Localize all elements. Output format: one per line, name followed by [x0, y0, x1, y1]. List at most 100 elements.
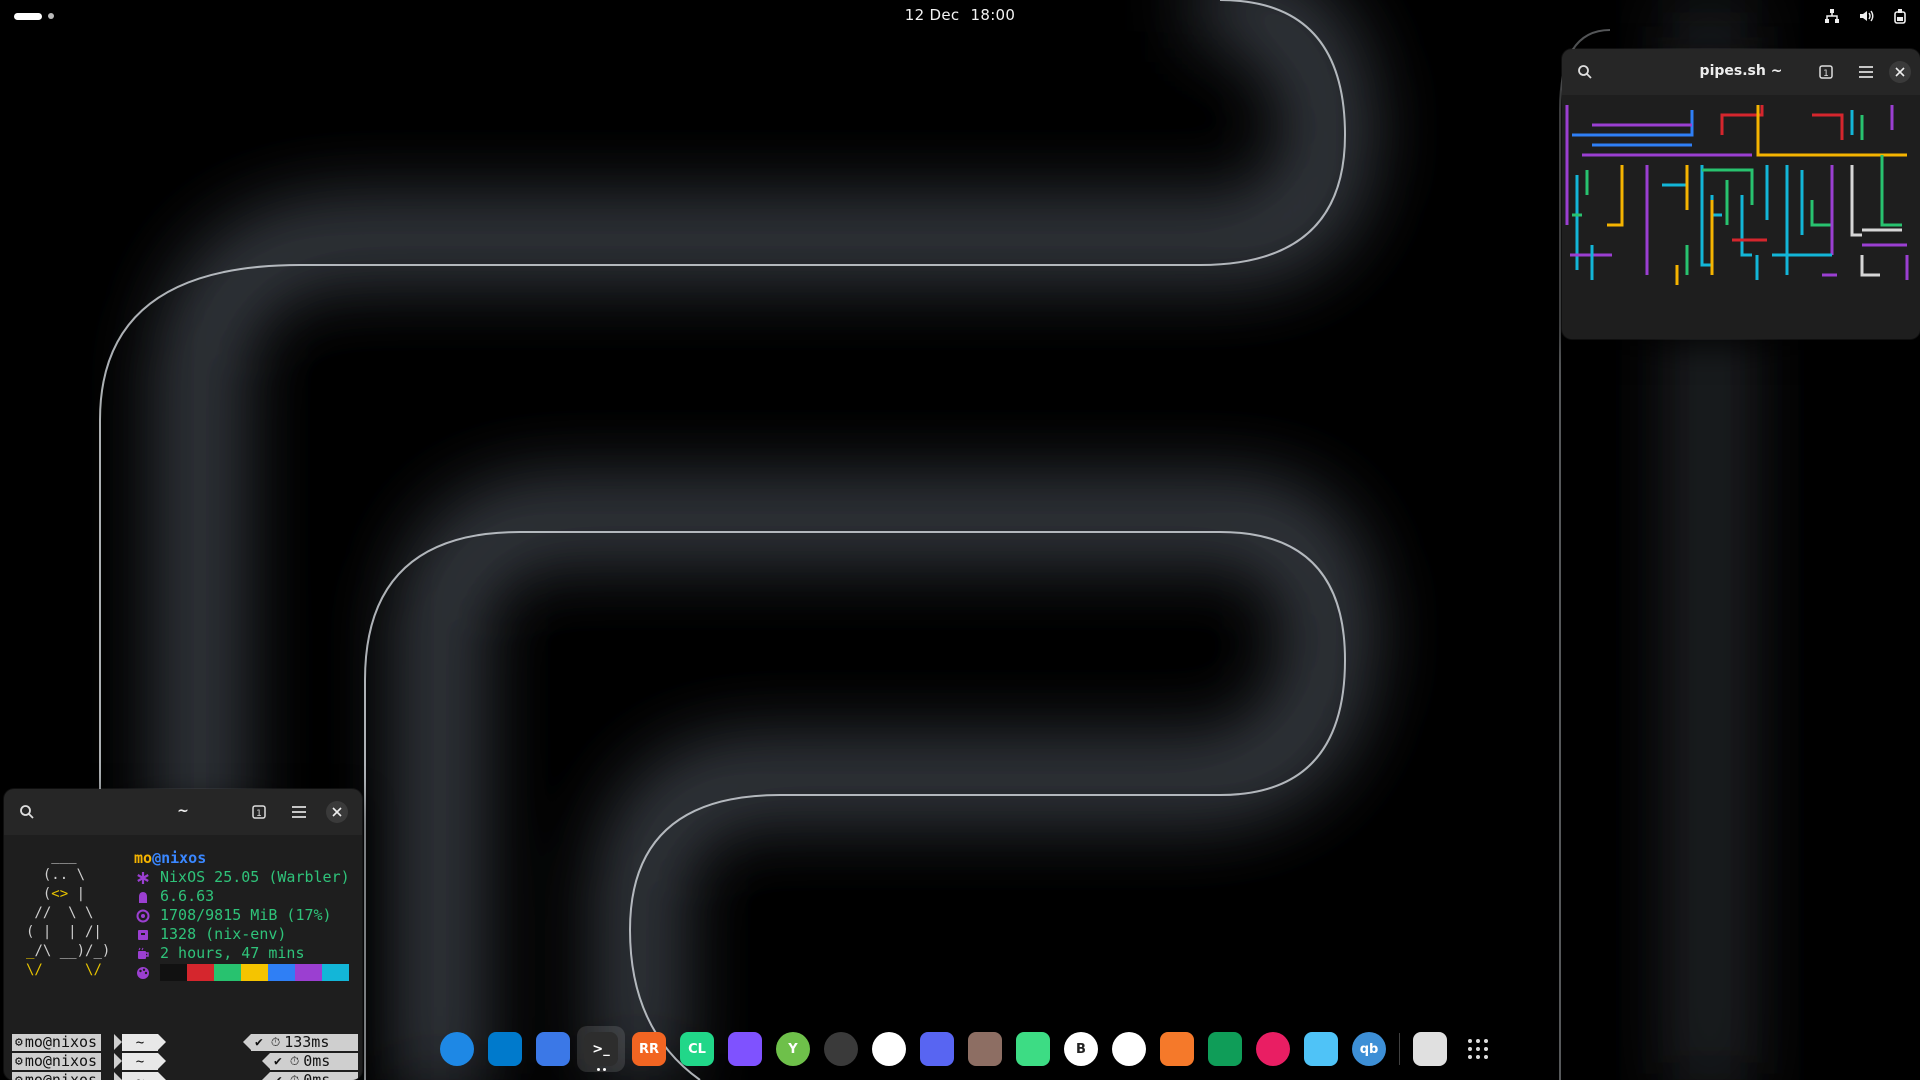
pipe-segment [1860, 255, 1880, 277]
pipe-segment [1810, 200, 1832, 227]
prompt-user-segment: ⚙mo@nixos [12, 1071, 102, 1080]
pipe-segment [1756, 105, 1907, 157]
dock-app-trash[interactable] [1406, 1026, 1454, 1072]
prompt-line[interactable]: ⚙mo@nixos ~ ✔ ⏱0ms [8, 1052, 358, 1071]
dock-app-sketch[interactable] [1297, 1026, 1345, 1072]
new-tab-icon[interactable]: 1 [244, 797, 274, 827]
blender-icon [1160, 1032, 1194, 1066]
segment-arrow [114, 1072, 122, 1080]
dock-app-vscode[interactable] [481, 1026, 529, 1072]
dock-app-clion[interactable]: CL [673, 1026, 721, 1072]
color-swatch [160, 964, 187, 981]
new-tab-icon[interactable]: 1 [1811, 57, 1841, 87]
volume-icon[interactable] [1856, 6, 1876, 26]
gear-icon: ⚙ [15, 1035, 23, 1050]
segment-arrow [114, 1034, 122, 1050]
info-value: 1328 (nix-env) [160, 925, 287, 943]
shell-prompts[interactable]: ⚙mo@nixos~✔⏱133ms⚙mo@nixos~✔⏱0ms⚙mo@nixo… [8, 1033, 358, 1080]
library-icon [968, 1032, 1002, 1066]
password-manager-icon [824, 1032, 858, 1066]
system-info: mo@nixos NixOS 25.05 (Warbler) 6.6.63 1708… [134, 849, 350, 982]
dock-app-kotlin-ide[interactable] [721, 1026, 769, 1072]
color-palette [160, 964, 349, 981]
prompt-status-segment: ✔ ⏱ 133ms [251, 1033, 358, 1051]
prompt-line[interactable]: ⚙ mo@nixos ~ ✔ ⏱ 133ms [8, 1033, 358, 1052]
beeper-icon: B [1064, 1032, 1098, 1066]
dock-app-app-grid[interactable] [1454, 1026, 1502, 1072]
dock-app-spreadsheet[interactable] [1201, 1026, 1249, 1072]
kernel-icon [134, 890, 152, 904]
dock-app-thunderbird[interactable] [433, 1026, 481, 1072]
dock[interactable]: >_ RR CL Y Bqb [433, 1026, 1502, 1072]
header-bar[interactable]: pipes.sh ~ 1 [1562, 49, 1920, 95]
dock-app-android-studio[interactable] [1009, 1026, 1057, 1072]
waveform-icon [1112, 1032, 1146, 1066]
prompt-dir: ~ [122, 1072, 158, 1080]
close-icon[interactable] [326, 801, 348, 823]
timer-icon: ⏱ [270, 1035, 281, 1049]
vscode-icon [488, 1032, 522, 1066]
prompt-line[interactable]: ⚙mo@nixos ~ ✔ ⏱0ms [8, 1071, 358, 1080]
qbittorrent-icon: qb [1352, 1032, 1386, 1066]
gear-icon: ⚙ [15, 1071, 23, 1080]
prompt-dir: ~ [122, 1034, 158, 1051]
network-icon[interactable] [1822, 6, 1842, 26]
dock-app-slack[interactable] [865, 1026, 913, 1072]
clock-time: 18:00 [970, 6, 1016, 24]
dock-app-terminal[interactable]: >_ [577, 1026, 625, 1072]
pipe-segment [1607, 165, 1624, 227]
checkmark-icon: ✔ [274, 1071, 282, 1080]
terminal-output[interactable]: ___ (.. \ (<> | // \ \ ( | | /| _/\ __)/… [4, 835, 362, 1080]
packages-icon [134, 928, 152, 942]
info-line: NixOS 25.05 (Warbler) [134, 868, 350, 887]
clock[interactable]: 12 Dec 18:00 [0, 6, 1920, 24]
dock-app-beeper[interactable]: B [1057, 1026, 1105, 1072]
dock-separator [1399, 1033, 1400, 1065]
prompt-status-segment: ✔ ⏱0ms [270, 1071, 358, 1080]
trash-icon [1413, 1032, 1447, 1066]
pipe-segment [1720, 105, 1764, 135]
segment-arrow [114, 1053, 122, 1069]
dock-app-text-editor[interactable] [529, 1026, 577, 1072]
info-line: 2 hours, 47 mins [134, 944, 350, 963]
kotlin-ide-icon [728, 1032, 762, 1066]
username: mo [134, 849, 153, 867]
app-icon-label: >_ [592, 1041, 610, 1057]
thunderbird-icon [440, 1032, 474, 1066]
svg-text:1: 1 [1823, 69, 1829, 79]
top-bar: 12 Dec 18:00 [0, 0, 1920, 32]
dock-app-yuzu[interactable]: Y [769, 1026, 817, 1072]
segment-arrow [262, 1053, 270, 1069]
dock-app-discord[interactable] [913, 1026, 961, 1072]
pipes-terminal-window[interactable]: pipes.sh ~ 1 [1562, 49, 1920, 339]
terminal-icon: >_ [584, 1032, 618, 1066]
dock-app-qbittorrent[interactable]: qb [1345, 1026, 1393, 1072]
power-icon[interactable] [1890, 6, 1910, 26]
dock-app-rustrover[interactable]: RR [625, 1026, 673, 1072]
app-grid-icon [1461, 1032, 1495, 1066]
prompt-user-segment: ⚙mo@nixos [12, 1052, 102, 1070]
header-bar[interactable]: ~ 1 [4, 789, 362, 835]
hostname: @nixos [152, 849, 207, 867]
dock-app-library[interactable] [961, 1026, 1009, 1072]
color-swatch [322, 964, 349, 981]
dock-app-waveform[interactable] [1105, 1026, 1153, 1072]
dock-app-blender[interactable] [1153, 1026, 1201, 1072]
prompt-duration: 0ms [303, 1052, 331, 1070]
segment-arrow [158, 1034, 166, 1050]
pipe-segment [1850, 165, 1862, 237]
menu-icon[interactable] [284, 797, 314, 827]
app-icon-label: qb [1359, 1041, 1379, 1057]
user-host-line: mo@nixos [134, 849, 350, 868]
prompt-user: mo@nixos [24, 1071, 98, 1080]
checkmark-icon: ✔ [274, 1054, 282, 1069]
dock-app-color-picker[interactable] [1249, 1026, 1297, 1072]
dock-app-password-manager[interactable] [817, 1026, 865, 1072]
svg-text:1: 1 [256, 809, 262, 819]
fastfetch-terminal-window[interactable]: ~ 1 ___ (.. \ (<> | // \ \ ( | | /| _/\ … [4, 789, 362, 1080]
system-tray[interactable] [1822, 6, 1910, 26]
app-icon-label: Y [788, 1041, 798, 1057]
menu-icon[interactable] [1851, 57, 1881, 87]
close-icon[interactable] [1889, 61, 1911, 83]
prompt-duration: 0ms [303, 1071, 331, 1080]
